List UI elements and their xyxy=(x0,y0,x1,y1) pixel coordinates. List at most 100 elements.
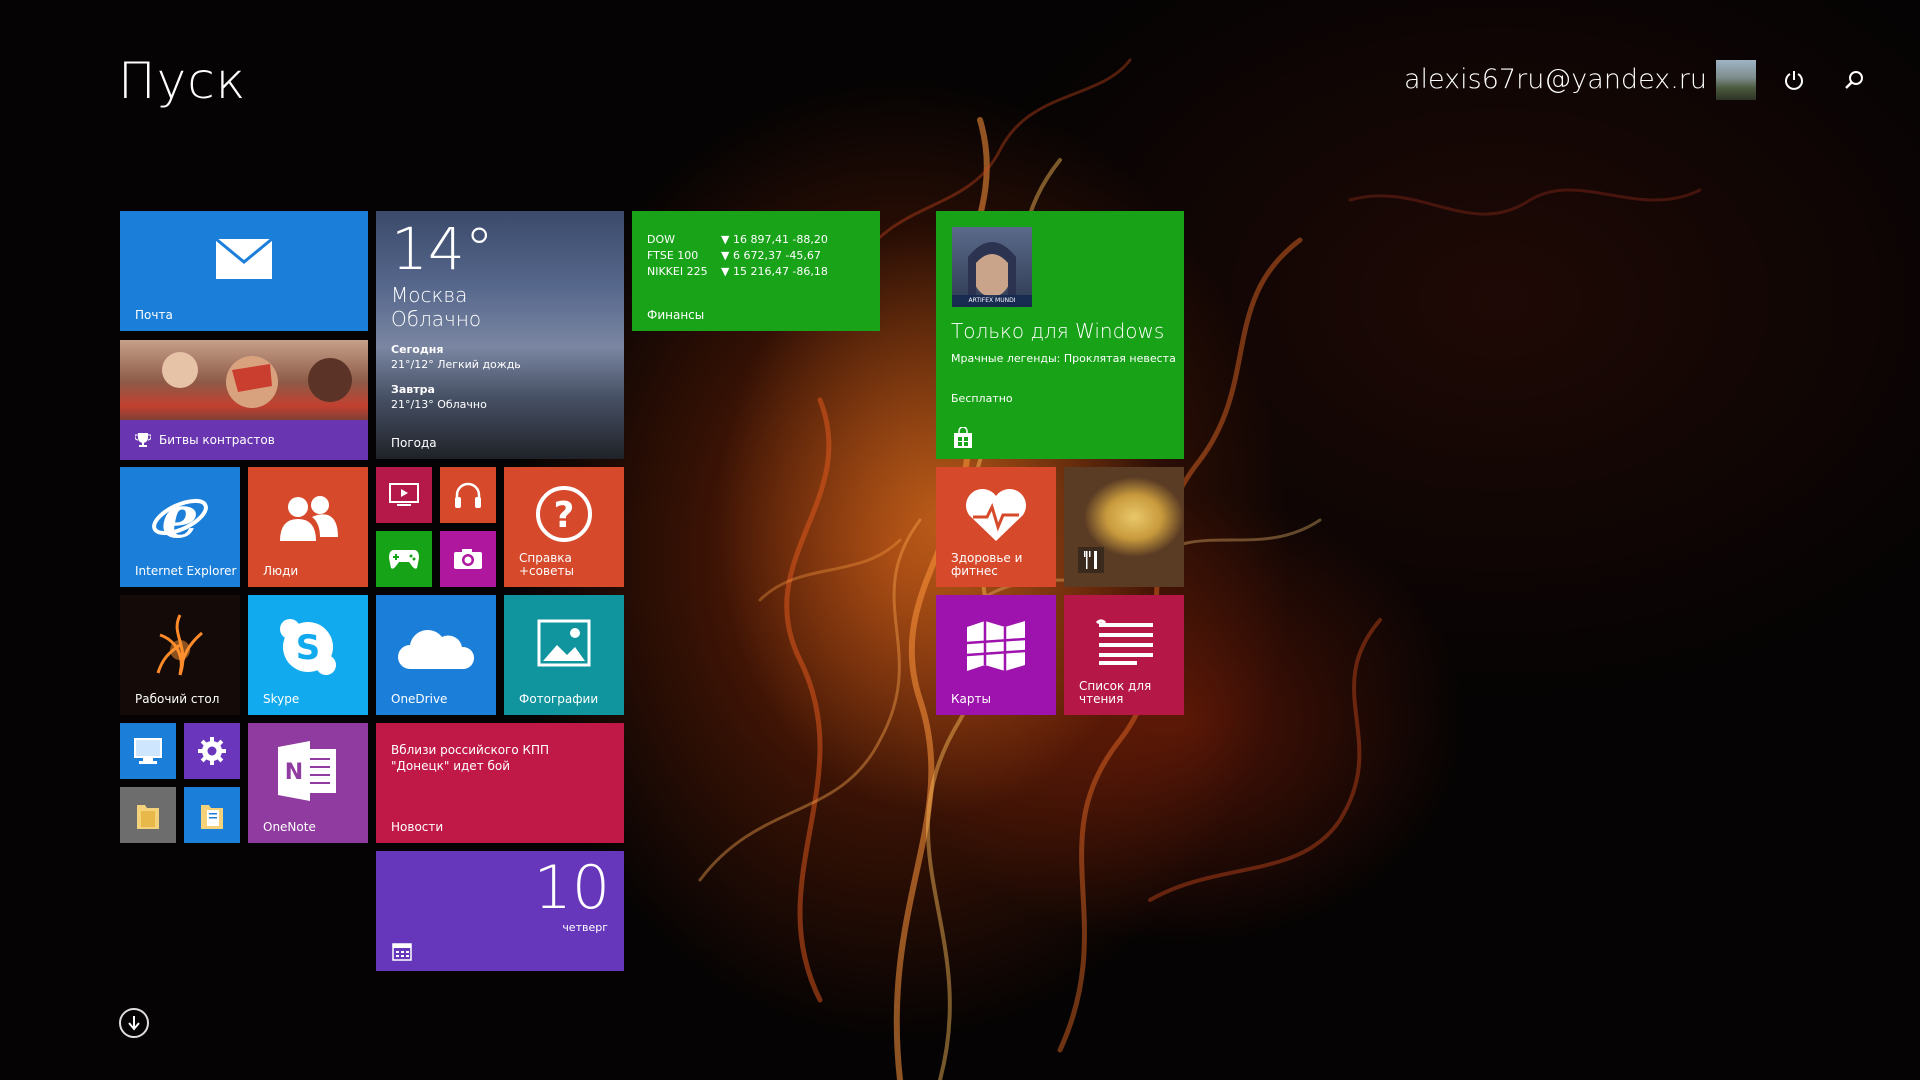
tile-label: Здоровье и фитнес xyxy=(951,551,1023,578)
tile-reading-list[interactable]: Список для чтения xyxy=(1064,595,1184,715)
tile-label: Список для чтения xyxy=(1079,679,1152,706)
tile-finance[interactable]: DOW ▼ 16 897,41 -88,20 FTSE 100 ▼ 6 672,… xyxy=(632,211,880,331)
gamepad-icon xyxy=(376,548,432,570)
page-title: Пуск xyxy=(118,52,247,110)
index-name: NIKKEI 225 xyxy=(647,265,708,278)
tile-help-tips[interactable]: ? Справка +советы xyxy=(504,467,624,587)
video-icon xyxy=(376,483,432,507)
weather-city: Москва xyxy=(391,283,468,307)
tile-people[interactable]: Люди xyxy=(248,467,368,587)
tile-label: Справка +советы xyxy=(519,551,574,578)
tile-health-fitness[interactable]: Здоровье и фитнес xyxy=(936,467,1056,587)
onenote-icon: N xyxy=(248,741,368,801)
tile-calendar[interactable]: 10 четверг xyxy=(376,851,624,971)
desktop-wallpaper-thumb xyxy=(156,614,203,676)
tile-label: Финансы xyxy=(647,308,705,322)
index-name: FTSE 100 xyxy=(647,249,699,262)
heart-icon xyxy=(936,487,1056,543)
avatar[interactable] xyxy=(1716,60,1756,100)
people-icon xyxy=(248,493,368,543)
svg-text:?: ? xyxy=(554,495,575,536)
calendar-weekday: четверг xyxy=(562,921,608,934)
svg-text:N: N xyxy=(285,760,303,785)
finance-table: DOW ▼ 16 897,41 -88,20 FTSE 100 ▼ 6 672,… xyxy=(647,232,828,280)
tile-label: OneNote xyxy=(263,820,316,834)
news-headline: Вблизи российского КПП "Донецк" идет бой xyxy=(391,743,550,773)
search-icon[interactable] xyxy=(1836,62,1872,98)
tile-label: Рабочий стол xyxy=(135,692,220,706)
tile-label: Погода xyxy=(391,436,437,450)
store-icon xyxy=(952,426,974,453)
tile-desktop[interactable]: Рабочий стол xyxy=(120,595,240,715)
tile-this-pc[interactable] xyxy=(120,723,176,779)
tile-onedrive[interactable]: OneDrive xyxy=(376,595,496,715)
tile-battle-contrasts[interactable]: Битвы контрастов xyxy=(120,340,368,460)
tile-internet-explorer[interactable]: e Internet Explorer xyxy=(120,467,240,587)
tile-label: Почта xyxy=(135,308,173,322)
tile-label: Люди xyxy=(263,564,299,578)
finance-row: FTSE 100 ▼ 6 672,37 -45,67 xyxy=(647,248,828,264)
svg-text:e: e xyxy=(162,487,199,547)
finance-row: DOW ▼ 16 897,41 -88,20 xyxy=(647,232,828,248)
tile-food-drink[interactable] xyxy=(1064,467,1184,587)
app-thumbnail-badge: ARTIFEX MUNDI xyxy=(952,295,1032,307)
map-icon xyxy=(936,619,1056,673)
tile-maps[interactable]: Карты xyxy=(936,595,1056,715)
document-folder-icon xyxy=(184,801,240,831)
tile-music[interactable] xyxy=(440,467,496,523)
tile-file-explorer[interactable] xyxy=(120,787,176,843)
tile-pc-settings[interactable] xyxy=(184,723,240,779)
tile-label: OneDrive xyxy=(391,692,448,706)
tile-video[interactable] xyxy=(376,467,432,523)
weather-today-label: Сегодня xyxy=(391,343,444,356)
tile-games[interactable] xyxy=(376,531,432,587)
weather-tomorrow-label: Завтра xyxy=(391,383,435,396)
store-price: Бесплатно xyxy=(951,392,1013,405)
tile-label: Карты xyxy=(951,692,991,706)
tile-onenote[interactable]: N OneNote xyxy=(248,723,368,843)
battle-photo xyxy=(162,352,352,408)
tile-news[interactable]: Вблизи российского КПП "Донецк" идет бой… xyxy=(376,723,624,843)
weather-condition: Облачно xyxy=(391,307,482,331)
trophy-icon xyxy=(135,433,151,447)
reading-list-icon xyxy=(1064,619,1184,665)
camera-icon xyxy=(440,548,496,570)
arrow-down-icon xyxy=(128,1016,140,1031)
photos-icon xyxy=(504,619,624,667)
computer-icon xyxy=(120,737,176,765)
question-icon: ? xyxy=(504,485,624,543)
svg-text:S: S xyxy=(296,628,321,668)
weather-today-forecast: 21°/12° Легкий дождь xyxy=(391,358,521,371)
tile-label: Фотографии xyxy=(519,692,599,706)
tile-documents-folder[interactable] xyxy=(184,787,240,843)
tile-photos[interactable]: Фотографии xyxy=(504,595,624,715)
tile-weather[interactable]: 14° Москва Облачно Сегодня 21°/12° Легки… xyxy=(376,211,624,459)
tile-skype[interactable]: S Skype xyxy=(248,595,368,715)
weather-tomorrow-forecast: 21°/13° Облачно xyxy=(391,398,487,411)
index-value: ▼ 15 216,47 -86,18 xyxy=(721,265,828,278)
calendar-day: 10 xyxy=(533,853,610,923)
index-value: ▼ 16 897,41 -88,20 xyxy=(721,233,828,246)
tile-label: Новости xyxy=(391,820,444,834)
weather-temp: 14° xyxy=(391,215,494,283)
gear-icon xyxy=(184,736,240,766)
calendar-icon xyxy=(392,943,412,965)
tile-mail[interactable]: Почта xyxy=(120,211,368,331)
index-name: DOW xyxy=(647,233,676,246)
tile-store[interactable]: ARTIFEX MUNDI Только для Windows Мрачные… xyxy=(936,211,1184,459)
power-icon[interactable] xyxy=(1776,62,1812,98)
user-account-name[interactable]: alexis67ru@yandex.ru xyxy=(1404,64,1707,95)
cloud-icon xyxy=(376,625,496,671)
index-value: ▼ 6 672,37 -45,67 xyxy=(721,249,821,262)
internet-explorer-icon: e xyxy=(120,487,240,547)
store-headline: Только для Windows xyxy=(951,319,1165,343)
store-app-name: Мрачные легенды: Проклятая невеста xyxy=(951,352,1176,365)
tile-label: Internet Explorer xyxy=(135,564,237,578)
app-thumbnail: ARTIFEX MUNDI xyxy=(952,227,1032,307)
folder-icon xyxy=(120,801,176,831)
all-apps-button[interactable] xyxy=(119,1008,149,1038)
skype-icon: S xyxy=(248,617,368,677)
headphones-icon xyxy=(440,480,496,510)
tile-camera[interactable] xyxy=(440,531,496,587)
mail-icon xyxy=(120,238,368,280)
